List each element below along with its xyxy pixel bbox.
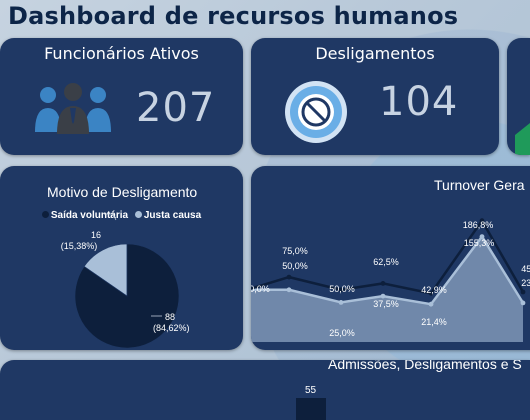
turnover-card[interactable]: Turnover Gera 50,0%75,0%50,0%62,5%42,9%1… [251,166,530,350]
turnover-label-a: 75,0% [282,246,308,256]
turnover-label-b: 21,4% [421,317,447,327]
kpi-label-dismissals: Desligamentos [315,44,435,63]
turnover-label-a: 186,8% [463,220,494,230]
prohibited-icon [285,81,347,143]
kpi-card-partial[interactable] [507,38,530,155]
turnover-label-a: 50,0% [251,284,270,294]
pie-chart: 16 (15,38%) 88 (84,62%) [61,213,190,349]
turnover-point-b[interactable] [428,301,434,307]
kpi-label-active-employees: Funcionários Ativos [44,44,199,63]
turnover-label-b: 37,5% [373,299,399,309]
turnover-label-a: 42,9% [421,285,447,295]
page-title: Dashboard de recursos humanos [8,2,459,30]
pie-label-large-value: 88 [165,312,175,322]
pie-label-large-pct: (84,62%) [153,323,190,333]
turnover-label-a: 45,5 [521,264,530,274]
pie-label-small-value: 16 [91,230,101,240]
turnover-point-b[interactable] [286,287,292,293]
bar-data-label: 55 [305,385,317,396]
turnover-label-a: 50,0% [329,284,355,294]
kpi-value-active-employees: 207 [136,85,216,131]
turnover-point-a[interactable] [286,274,292,280]
pie-label-small-pct: (15,38%) [61,241,98,251]
kpi-card-dismissals[interactable]: Desligamentos 104 [251,38,499,155]
people-icon [35,83,111,134]
motivo-desligamento-card[interactable]: Motivo de Desligamento Saída voluntária … [0,166,243,350]
turnover-label-b: 155,3% [464,238,495,248]
turnover-point-a[interactable] [520,289,526,295]
admissoes-card[interactable]: Admissões, Desligamentos e S 55 [0,360,530,420]
turnover-point-a[interactable] [380,281,386,286]
admissoes-title: Admissões, Desligamentos e S [328,360,522,372]
growth-chart-icon [515,123,530,155]
turnover-label-a: 62,5% [373,257,399,267]
turnover-point-b[interactable] [380,293,386,299]
bar[interactable] [296,398,326,420]
turnover-label-b: 25,0% [329,328,355,338]
turnover-label-b: 50,0% [282,261,308,271]
kpi-card-active-employees[interactable]: Funcionários Ativos 207 [0,38,243,155]
turnover-point-b[interactable] [338,300,344,305]
kpi-value-dismissals: 104 [379,79,459,125]
turnover-point-b[interactable] [520,300,526,306]
turnover-label-b: 23,9 [521,278,530,288]
turnover-line-chart: 50,0% 75,0% 50,0% 62,5% 42,9% 186,8% 45,5 50,0%… [251,218,530,342]
